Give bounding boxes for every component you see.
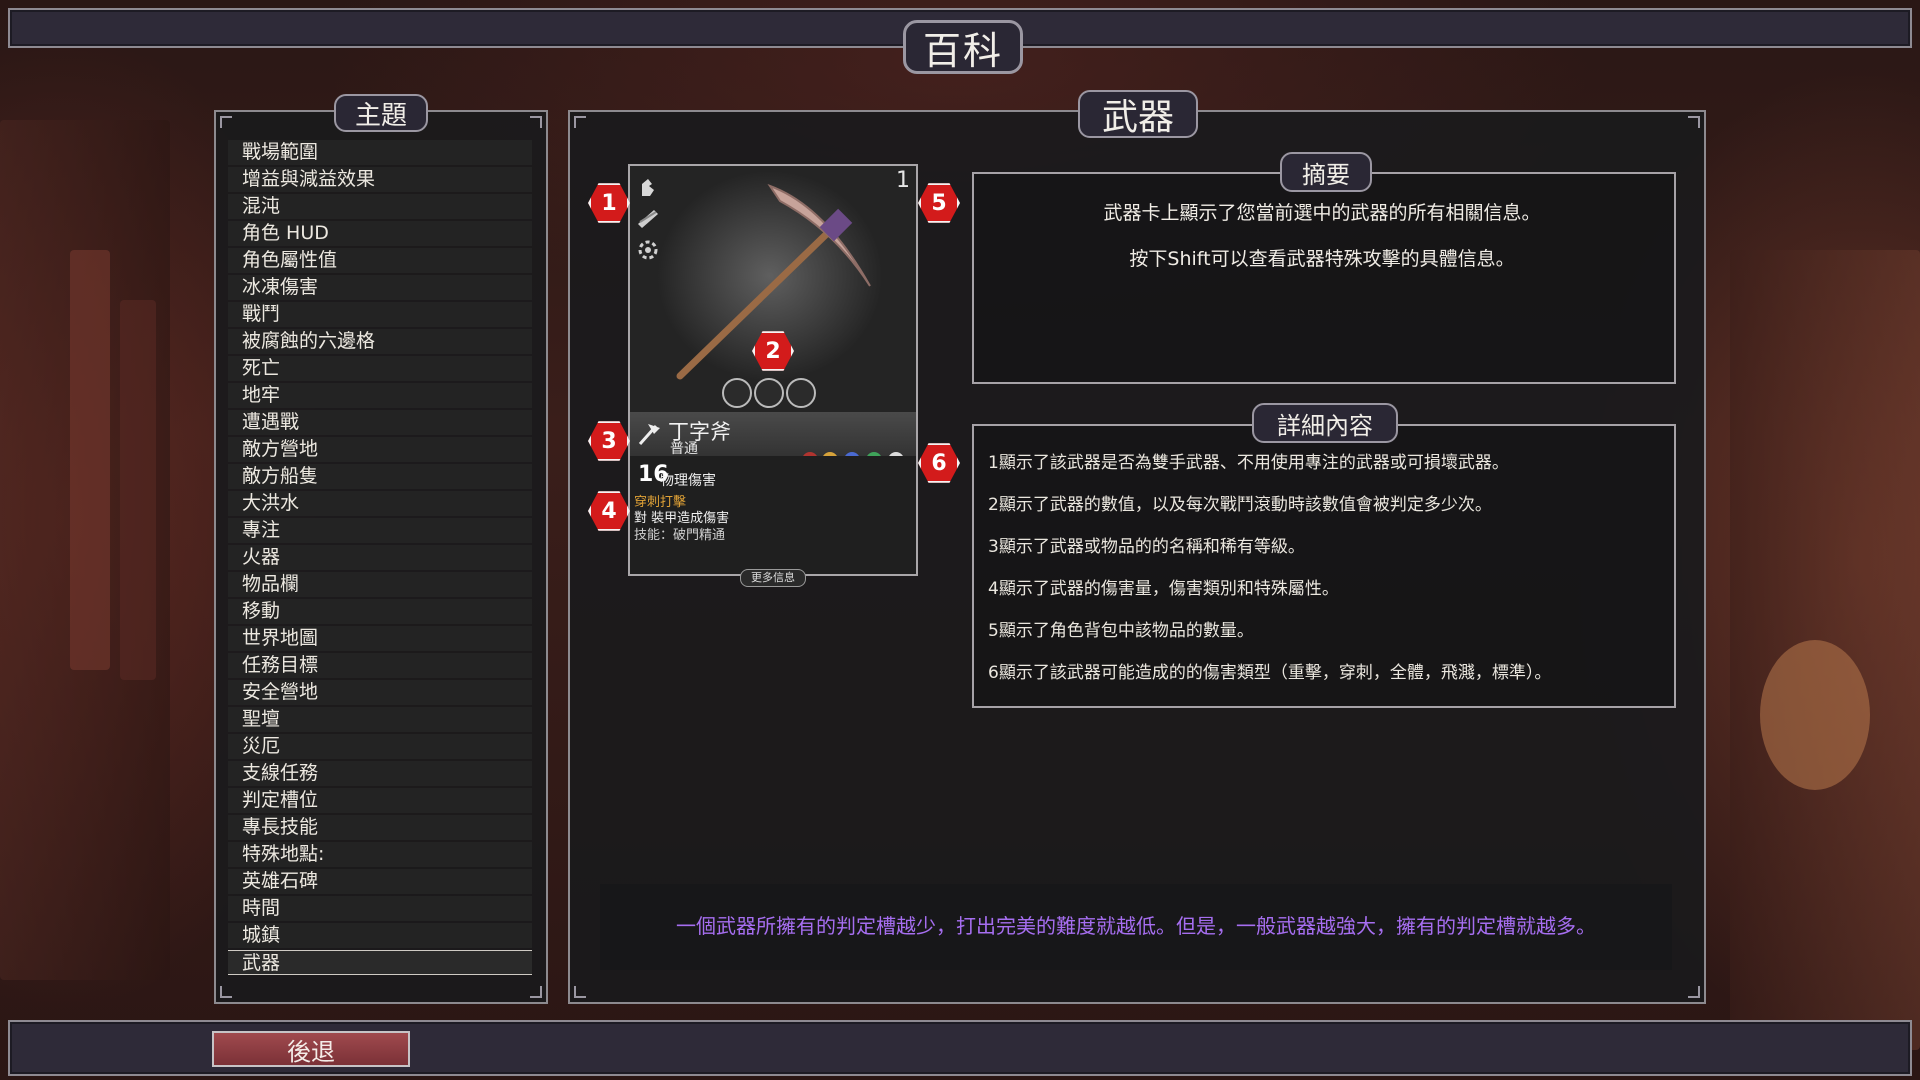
detail-line: 5顯示了角色背包中該物品的數量。 <box>988 621 1254 641</box>
sidebar-item[interactable]: 城鎮 <box>228 923 532 948</box>
sidebar-item[interactable]: 特殊地點: <box>228 842 532 867</box>
sidebar-item[interactable]: 地牢 <box>228 383 532 408</box>
sidebar-item[interactable]: 被腐蝕的六邊格 <box>228 329 532 354</box>
roll-slot-icon <box>722 378 752 408</box>
sidebar-item[interactable]: 任務目標 <box>228 653 532 678</box>
sidebar-item[interactable]: 戰場範圍 <box>228 140 532 165</box>
roll-slot-icon <box>786 378 816 408</box>
topic-list: 戰場範圍 增益與減益效果 混沌 角色 HUD 角色屬性值 冰凍傷害 戰鬥 被腐蝕的六邊格 死亡地… <box>228 140 532 977</box>
sidebar-item[interactable]: 死亡 <box>228 356 532 381</box>
detail-line: 4顯示了武器的傷害量，傷害類別和特殊屬性。 <box>988 579 1339 599</box>
detail-line: 3顯示了武器或物品的的名稱和稀有等級。 <box>988 537 1305 557</box>
sidebar-item[interactable]: 物品欄 <box>228 572 532 597</box>
sidebar-item[interactable]: 增益與減益效果 <box>228 167 532 192</box>
sidebar-item[interactable]: 世界地圖 <box>228 626 532 651</box>
no-focus-icon <box>636 206 660 230</box>
sidebar-item[interactable]: 移動 <box>228 599 532 624</box>
sidebar-item[interactable]: 專注 <box>228 518 532 543</box>
sidebar-item[interactable]: 敵方營地 <box>228 437 532 462</box>
book-spine <box>70 250 110 670</box>
sidebar-item[interactable]: 戰鬥 <box>228 302 532 327</box>
detail-line: 2顯示了武器的數值，以及每次戰鬥滾動時該數值會被判定多少次。 <box>988 495 1492 515</box>
weapon-card-art <box>628 164 918 414</box>
sidebar-item[interactable]: 敵方船隻 <box>228 464 532 489</box>
sidebar-item[interactable]: 支線任務 <box>228 761 532 786</box>
pickaxe-icon <box>676 184 871 380</box>
summary-line: 按下Shift可以查看武器特殊攻擊的具體信息。 <box>1129 248 1515 270</box>
sidebar-item[interactable]: 混沌 <box>228 194 532 219</box>
sidebar-item[interactable]: 時間 <box>228 896 532 921</box>
weapon-skill: 技能：破門精通 <box>634 528 726 543</box>
sidebar-item[interactable]: 角色 HUD <box>228 221 532 246</box>
globe-decoration <box>1760 640 1870 790</box>
sidebar-item[interactable]: 火器 <box>228 545 532 570</box>
sidebar-item[interactable]: 判定槽位 <box>228 788 532 813</box>
sidebar-item[interactable]: 聖壇 <box>228 707 532 732</box>
sidebar-item[interactable]: 大洪水 <box>228 491 532 516</box>
axe-icon <box>636 420 660 445</box>
roll-slot-icon <box>754 378 784 408</box>
summary-title: 摘要 <box>1280 152 1372 192</box>
details-title: 詳細內容 <box>1252 403 1398 443</box>
sidebar-item[interactable]: 災厄 <box>228 734 532 759</box>
sidebar-item[interactable]: 英雄石碑 <box>228 869 532 894</box>
topics-title: 主題 <box>334 94 428 132</box>
sidebar-item[interactable]: 專長技能 <box>228 815 532 840</box>
page-title: 百科 <box>903 20 1023 74</box>
tip-text: 一個武器所擁有的判定槽越少，打出完美的難度就越低。但是，一般武器越強大，擁有的判… <box>676 914 1596 938</box>
damage-type: 物理傷害 <box>660 473 716 489</box>
sidebar-item[interactable]: 遭遇戰 <box>228 410 532 435</box>
sidebar-item[interactable]: 武器 <box>228 950 532 975</box>
sidebar-item[interactable]: 安全營地 <box>228 680 532 705</box>
item-count: 1 <box>896 168 910 193</box>
two-handed-icon <box>636 176 660 200</box>
breakable-icon <box>636 238 660 262</box>
more-info-button[interactable]: 更多信息 <box>740 569 806 587</box>
book-spine <box>120 300 156 680</box>
back-button[interactable]: 後退 <box>212 1031 410 1067</box>
weapon-rarity: 普通 <box>670 441 698 457</box>
sidebar-item[interactable]: 角色屬性值 <box>228 248 532 273</box>
summary-line: 武器卡上顯示了您當前選中的武器的所有相關信息。 <box>1103 202 1541 224</box>
section-title: 武器 <box>1078 90 1198 138</box>
detail-line: 1顯示了該武器是否為雙手武器、不用使用專注的武器或可損壞武器。 <box>988 453 1509 473</box>
detail-line: 6顯示了該武器可能造成的的傷害類型（重擊，穿刺，全體，飛濺，標準）。 <box>988 663 1552 683</box>
sidebar-item[interactable]: 冰凍傷害 <box>228 275 532 300</box>
